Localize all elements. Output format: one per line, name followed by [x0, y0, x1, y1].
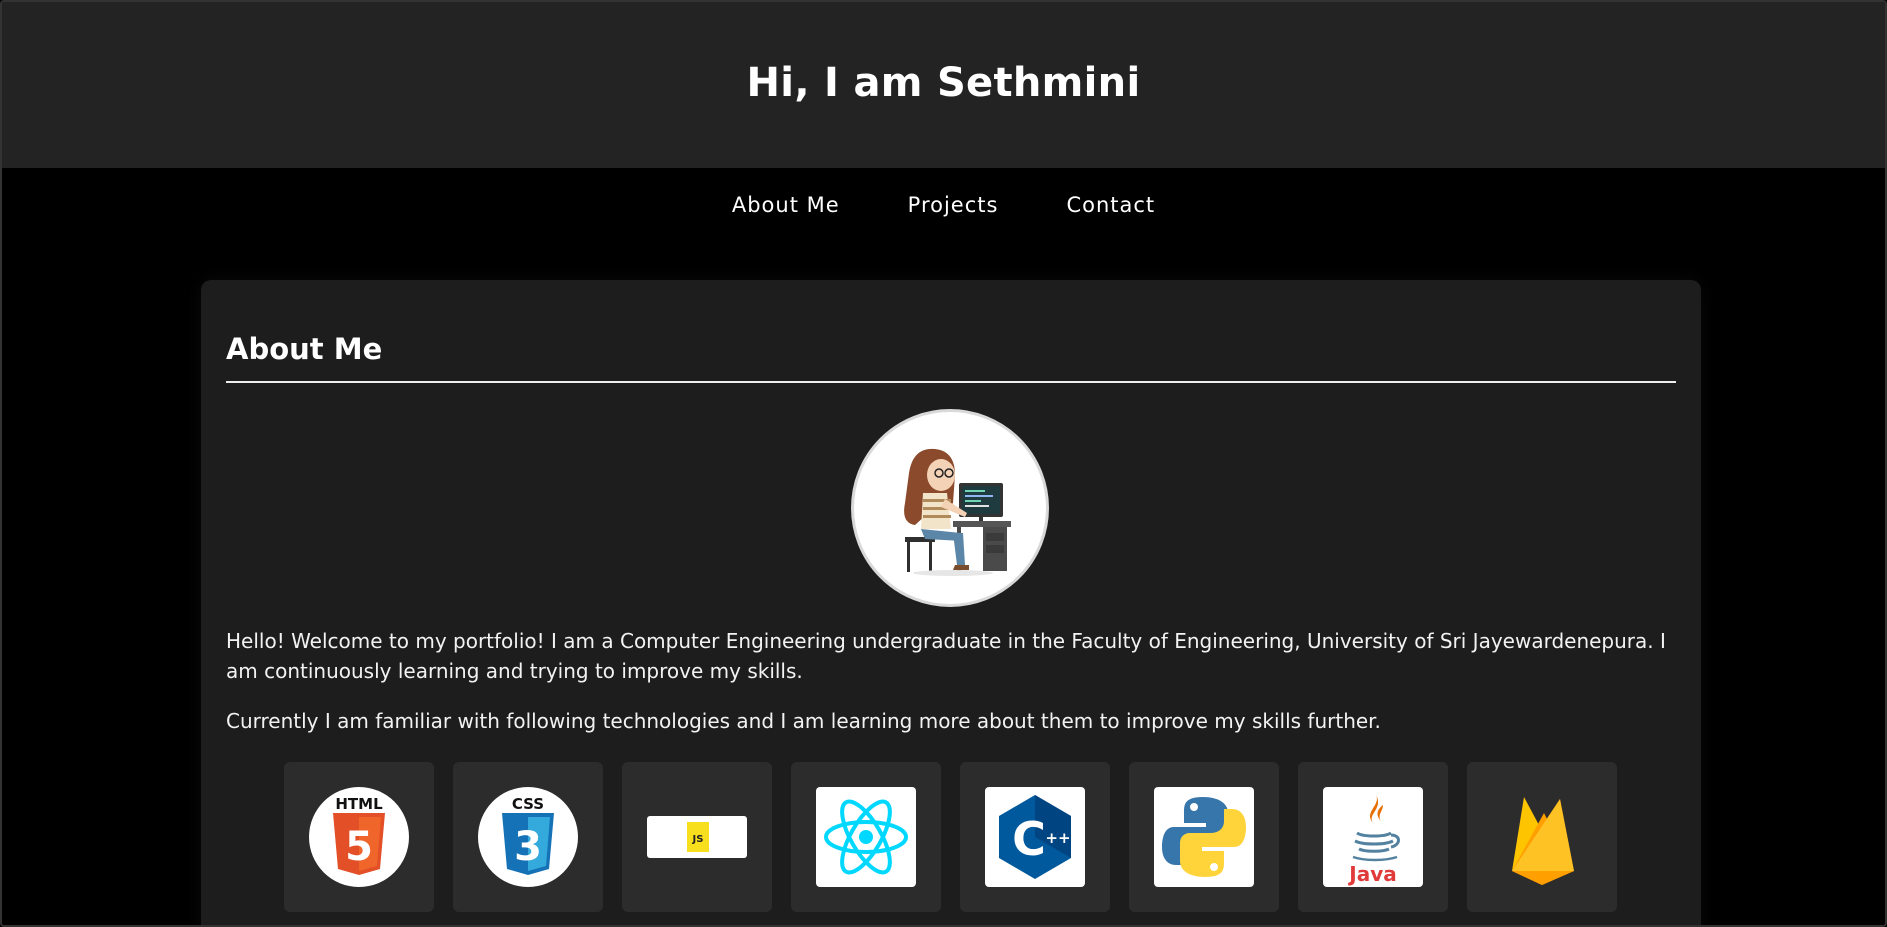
tech-tile-java[interactable]: Java	[1298, 762, 1448, 912]
java-icon: Java	[1347, 793, 1400, 886]
tech-tile-css3[interactable]: CSS 3	[453, 762, 603, 912]
intro-paragraph: Hello! Welcome to my portfolio! I am a C…	[226, 629, 1666, 683]
skills-paragraph: Currently I am familiar with following t…	[226, 709, 1381, 733]
firebase-icon	[1512, 797, 1574, 885]
svg-text:JS: JS	[692, 834, 704, 845]
svg-text:CSS: CSS	[512, 795, 544, 813]
nav-link-about-me[interactable]: About Me	[732, 193, 840, 217]
css3-icon: CSS 3	[502, 795, 554, 875]
cpp-icon: C ++	[999, 795, 1071, 879]
tech-tile-react[interactable]	[791, 762, 941, 912]
tech-tile-python[interactable]	[1129, 762, 1279, 912]
heading-divider	[226, 381, 1676, 383]
site-header: Hi, I am Sethmini	[2, 2, 1885, 168]
technology-list: HTML 5 CSS 3 JS C ++ Java	[284, 762, 1617, 912]
page-title: Hi, I am Sethmini	[746, 60, 1141, 106]
about-me-section: About Me Hello! Welcome to my portfolio!…	[201, 280, 1701, 925]
main-nav: About Me Projects Contact	[2, 182, 1885, 228]
html5-icon: HTML 5	[333, 795, 385, 875]
react-icon	[824, 799, 908, 875]
python-icon	[1162, 797, 1246, 877]
javascript-icon: JS	[647, 816, 747, 858]
svg-text:Java: Java	[1347, 862, 1396, 886]
tech-tile-javascript[interactable]: JS	[622, 762, 772, 912]
svg-text:3: 3	[514, 824, 542, 870]
svg-text:HTML: HTML	[335, 795, 383, 813]
profile-avatar	[851, 409, 1049, 607]
nav-link-projects[interactable]: Projects	[908, 193, 999, 217]
tech-tile-html5[interactable]: HTML 5	[284, 762, 434, 912]
nav-link-contact[interactable]: Contact	[1066, 193, 1155, 217]
svg-text:++: ++	[1045, 829, 1070, 847]
girl-coding-avatar-icon	[904, 448, 1011, 576]
section-heading: About Me	[226, 332, 383, 366]
browser-viewport: Hi, I am Sethmini About Me Projects Cont…	[0, 0, 1887, 927]
tech-tile-firebase[interactable]	[1467, 762, 1617, 912]
svg-text:5: 5	[345, 824, 373, 870]
svg-text:C: C	[1012, 812, 1046, 866]
tech-tile-cpp[interactable]: C ++	[960, 762, 1110, 912]
